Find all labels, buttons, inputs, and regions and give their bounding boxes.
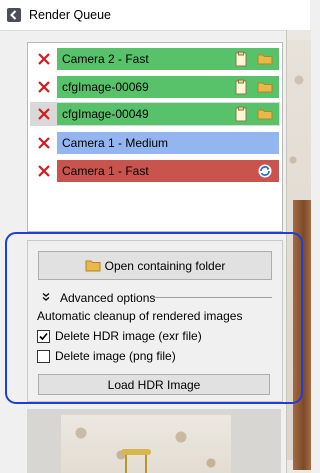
job-bar[interactable]: cfgImage-00049 [57,103,279,125]
output-options-panel: Open containing folder Advanced options … [27,240,283,402]
job-bar[interactable]: Camera 1 - Medium [57,132,279,154]
delete-png-checkbox[interactable] [37,350,50,363]
queue-item[interactable]: Camera 2 - Fast [30,47,280,71]
queue-item-selected[interactable]: cfgImage-00049 [30,102,280,126]
job-bar[interactable]: Camera 1 - Fast [57,160,279,182]
job-label: Camera 1 - Fast [62,164,149,178]
refresh-icon[interactable] [257,163,273,179]
clipboard-icon[interactable] [233,106,249,122]
divider [153,297,272,298]
folder-icon [85,260,101,272]
render-preview-thumbnail [27,409,281,473]
queue-item[interactable]: Camera 1 - Medium [30,131,280,155]
open-folder-label: Open containing folder [104,259,226,273]
remove-x-icon[interactable] [37,80,51,94]
window-title: Render Queue [29,8,112,22]
clipboard-icon[interactable] [233,51,249,67]
folder-icon[interactable] [257,51,273,67]
folder-icon[interactable] [257,79,273,95]
load-hdr-button[interactable]: Load HDR Image [38,374,270,395]
delete-hdr-checkbox[interactable] [37,330,50,343]
job-label: Camera 1 - Medium [62,136,169,150]
render-queue-list[interactable]: Camera 2 - Fast cfgImage-00069 cfgImage-… [27,42,283,232]
queue-item[interactable]: cfgImage-00069 [30,75,280,99]
job-bar[interactable]: Camera 2 - Fast [57,48,279,70]
cleanup-label: Automatic cleanup of rendered images [37,309,243,323]
remove-x-icon[interactable] [37,164,51,178]
delete-png-label: Delete image (png file) [55,349,176,363]
render-preview-strip [286,30,311,473]
folder-icon[interactable] [257,106,273,122]
queue-item[interactable]: Camera 1 - Fast [30,159,280,183]
remove-x-icon[interactable] [37,136,51,150]
open-folder-button[interactable]: Open containing folder [38,251,272,280]
chevron-down-icon[interactable] [41,292,51,302]
job-label: cfgImage-00049 [62,107,149,121]
remove-x-icon[interactable] [37,52,51,66]
job-label: cfgImage-00069 [62,80,149,94]
delete-hdr-label: Delete HDR image (exr file) [55,329,202,343]
app-back-icon[interactable] [7,8,21,22]
job-bar[interactable]: cfgImage-00069 [57,76,279,98]
clipboard-icon[interactable] [233,79,249,95]
advanced-options-toggle[interactable]: Advanced options [60,291,155,305]
load-hdr-label: Load HDR Image [107,378,201,392]
title-bar: Render Queue [0,0,310,31]
remove-x-icon[interactable] [37,107,51,121]
job-label: Camera 2 - Fast [62,52,149,66]
